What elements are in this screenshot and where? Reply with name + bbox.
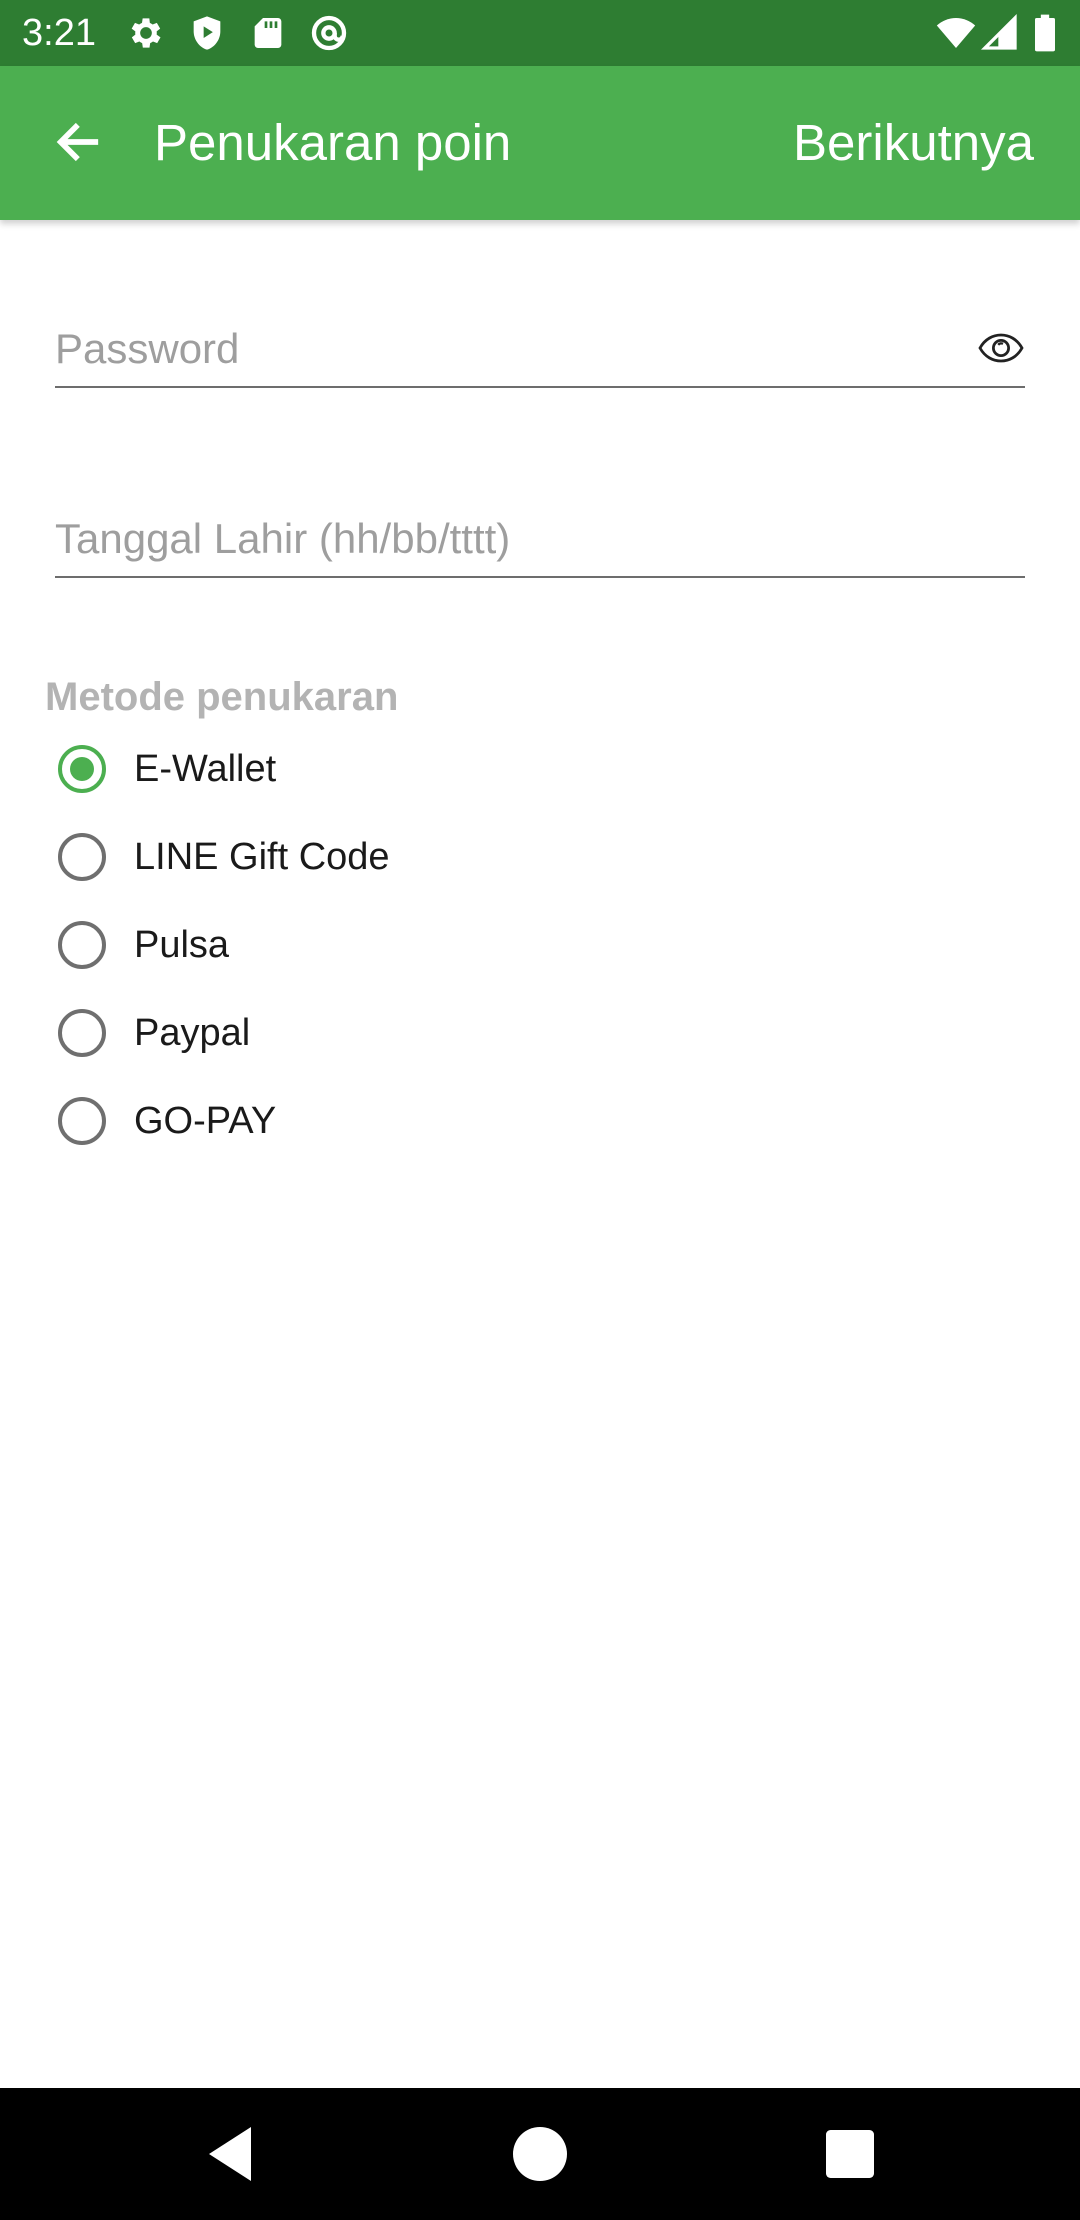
radio-unchecked-icon: [58, 1097, 106, 1145]
radio-label: GO-PAY: [134, 1099, 277, 1142]
password-field-container: [55, 316, 1025, 388]
birthdate-field-container: [55, 506, 1025, 578]
radio-label: Paypal: [134, 1011, 251, 1054]
status-time: 3:21: [22, 12, 96, 54]
at-sign-icon: [309, 13, 349, 53]
radio-option-pulsa[interactable]: Pulsa: [58, 910, 229, 980]
radio-option-paypal[interactable]: Paypal: [58, 998, 250, 1068]
system-nav-bar: [0, 2088, 1080, 2220]
back-button[interactable]: [40, 104, 116, 180]
arrow-back-icon: [52, 116, 104, 168]
home-circle-icon[interactable]: [504, 2118, 576, 2190]
recents-square-icon[interactable]: [814, 2118, 886, 2190]
password-field[interactable]: [55, 316, 935, 382]
redeem-method-label: Metode penukaran: [45, 675, 399, 719]
radio-unchecked-icon: [58, 833, 106, 881]
radio-unchecked-icon: [58, 921, 106, 969]
gear-icon: [126, 13, 166, 53]
shield-play-icon: [187, 13, 227, 53]
cellular-signal-icon: [980, 13, 1020, 53]
back-triangle-icon[interactable]: [194, 2118, 266, 2190]
radio-unchecked-icon: [58, 1009, 106, 1057]
birthdate-field[interactable]: [55, 506, 1025, 572]
sd-card-icon: [248, 13, 288, 53]
page-title: Penukaran poin: [154, 114, 512, 171]
radio-option-line-gift-code[interactable]: LINE Gift Code: [58, 822, 390, 892]
status-bar: 3:21: [0, 0, 1080, 66]
radio-label: E-Wallet: [134, 747, 277, 790]
app-bar: Penukaran poin Berikutnya: [0, 66, 1080, 220]
radio-label: LINE Gift Code: [134, 835, 390, 878]
battery-icon: [1030, 13, 1060, 53]
radio-label: Pulsa: [134, 923, 230, 966]
radio-option-e-wallet[interactable]: E-Wallet: [58, 734, 276, 804]
eye-icon[interactable]: [977, 324, 1025, 372]
radio-checked-icon: [58, 745, 106, 793]
wifi-icon: [934, 13, 978, 53]
radio-option-go-pay[interactable]: GO-PAY: [58, 1086, 276, 1156]
next-button[interactable]: Berikutnya: [793, 110, 1034, 176]
